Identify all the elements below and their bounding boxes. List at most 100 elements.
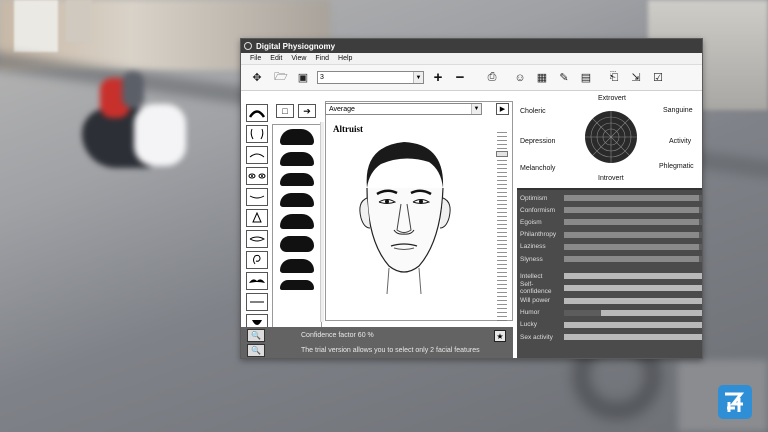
average-select-value: Average bbox=[329, 105, 355, 113]
trait-name: Egoism bbox=[520, 218, 542, 226]
hair-option[interactable] bbox=[280, 152, 314, 166]
trait-bar-fill bbox=[564, 256, 700, 263]
square-icon[interactable]: □ bbox=[276, 104, 294, 118]
chevron-down-icon[interactable]: ▼ bbox=[413, 72, 423, 83]
trait-bar bbox=[564, 243, 702, 250]
nose-button[interactable] bbox=[246, 209, 268, 227]
trait-bar-fill bbox=[564, 243, 700, 250]
hair-option[interactable] bbox=[280, 129, 314, 145]
trait-name: Self-confidence bbox=[520, 281, 552, 296]
remove-button[interactable]: − bbox=[450, 69, 470, 86]
title-bar: Digital Physiognomy bbox=[241, 39, 702, 53]
arrow-right-icon[interactable]: ➔ bbox=[298, 104, 316, 118]
print-icon[interactable]: ⎗ bbox=[606, 70, 622, 86]
label-introvert: Introvert bbox=[598, 175, 624, 182]
mouth-button[interactable] bbox=[246, 230, 268, 248]
trait-name: Intellect bbox=[520, 272, 543, 280]
label-choleric: Choleric bbox=[520, 108, 546, 115]
trait-bar bbox=[564, 231, 702, 238]
trait-name: Will power bbox=[520, 297, 550, 305]
stamp-icon[interactable]: ⎙ bbox=[484, 70, 500, 86]
trait-name: Humor bbox=[520, 309, 540, 317]
label-extrovert: Extrovert bbox=[598, 95, 627, 102]
trait-bar bbox=[564, 309, 702, 316]
trait-name: Slyness bbox=[520, 255, 543, 263]
face-type-title: Altruist bbox=[333, 124, 363, 134]
trait-row: Sex activity bbox=[517, 331, 702, 343]
status-strip: 🔍 🔍 Confidence factor 60 % The trial ver… bbox=[241, 327, 513, 358]
ppt-icon[interactable]: ▤ bbox=[578, 70, 594, 86]
trait-row: Philanthropy bbox=[517, 229, 702, 241]
trait-bar-fill bbox=[564, 219, 700, 226]
confidence-factor: Confidence factor 60 % bbox=[301, 332, 374, 339]
temperament-radar bbox=[585, 111, 637, 163]
portrait-icon[interactable]: ☺ bbox=[512, 70, 528, 86]
trait-bar-fill bbox=[564, 321, 702, 328]
hair-feature-button[interactable] bbox=[246, 104, 268, 122]
hair-option[interactable] bbox=[280, 214, 314, 229]
trait-bar bbox=[564, 334, 702, 341]
eyebrow-button[interactable] bbox=[246, 146, 268, 164]
trait-bar bbox=[564, 207, 702, 214]
check-icon[interactable]: ☑ bbox=[650, 70, 666, 86]
profile-select[interactable]: 3 ▼ bbox=[317, 71, 424, 84]
slider-thumb[interactable] bbox=[496, 150, 508, 157]
chevron-down-icon[interactable]: ▼ bbox=[471, 104, 481, 114]
mustache-button[interactable] bbox=[246, 272, 268, 290]
menu-find[interactable]: Find bbox=[315, 55, 329, 62]
menu-help[interactable]: Help bbox=[338, 55, 352, 62]
trait-name: Sex activity bbox=[520, 333, 553, 341]
trait-name: Philanthropy bbox=[520, 231, 557, 239]
adjust-slider[interactable] bbox=[496, 132, 508, 324]
trait-bar-fill bbox=[564, 195, 700, 202]
trait-bar-fill bbox=[564, 231, 700, 238]
hair-option[interactable] bbox=[280, 236, 314, 252]
window-title: Digital Physiognomy bbox=[256, 41, 336, 51]
star-icon[interactable]: ★ bbox=[494, 330, 506, 342]
menu-edit[interactable]: Edit bbox=[270, 55, 282, 62]
trait-bar-fill bbox=[601, 309, 702, 316]
trait-bar bbox=[564, 321, 702, 328]
menu-view[interactable]: View bbox=[291, 55, 306, 62]
face-outline-button[interactable] bbox=[246, 125, 268, 143]
trait-bar bbox=[564, 297, 702, 304]
export-icon[interactable]: ⇲ bbox=[628, 70, 644, 86]
trait-row: Lucky bbox=[517, 319, 702, 331]
photo-icon[interactable]: ▦ bbox=[534, 70, 550, 86]
edit-icon[interactable]: ✎ bbox=[556, 70, 572, 86]
label-phlegmatic: Phlegmatic bbox=[659, 163, 694, 170]
trait-row: Humor bbox=[517, 307, 702, 319]
trait-name: Conformism bbox=[520, 206, 556, 214]
trait-row: Will power bbox=[517, 295, 702, 307]
ear-button[interactable] bbox=[246, 251, 268, 269]
forehead-button[interactable] bbox=[246, 188, 268, 206]
search-icon[interactable]: 🔍 bbox=[247, 329, 265, 342]
hair-option[interactable] bbox=[280, 280, 314, 290]
eyes-button[interactable] bbox=[246, 167, 268, 185]
menu-file[interactable]: File bbox=[250, 55, 261, 62]
save-icon[interactable]: ▣ bbox=[295, 70, 311, 86]
label-activity: Activity bbox=[669, 138, 692, 145]
play-button[interactable]: ▶ bbox=[496, 103, 509, 115]
hair-list-scrollbar[interactable] bbox=[320, 122, 324, 322]
hair-option[interactable] bbox=[280, 173, 314, 186]
label-sanguine: Sanguine bbox=[663, 107, 693, 114]
trait-row: Laziness bbox=[517, 241, 702, 253]
lips-button[interactable] bbox=[246, 293, 268, 311]
move-icon[interactable]: ✥ bbox=[249, 70, 265, 86]
trait-row: Slyness bbox=[517, 253, 702, 265]
scooter-rider bbox=[82, 72, 192, 188]
label-depression: Depression bbox=[520, 138, 556, 145]
open-folder-icon[interactable]: 🗁 bbox=[273, 70, 289, 86]
trait-bar bbox=[564, 273, 702, 280]
trial-notice: The trial version allows you to select o… bbox=[301, 347, 480, 354]
search-icon[interactable]: 🔍 bbox=[247, 344, 265, 357]
trait-bar bbox=[564, 285, 702, 292]
hair-option[interactable] bbox=[280, 259, 314, 273]
average-select[interactable]: Average ▼ bbox=[325, 103, 482, 115]
toolbar: ✥ 🗁 ▣ 3 ▼ + − ⎙ ☺ ▦ ✎ ▤ ⎗ ⇲ ☑ bbox=[241, 65, 702, 91]
face-composite-image bbox=[359, 142, 451, 295]
hair-option[interactable] bbox=[280, 193, 314, 207]
add-button[interactable]: + bbox=[428, 69, 448, 86]
feature-list bbox=[246, 104, 270, 335]
